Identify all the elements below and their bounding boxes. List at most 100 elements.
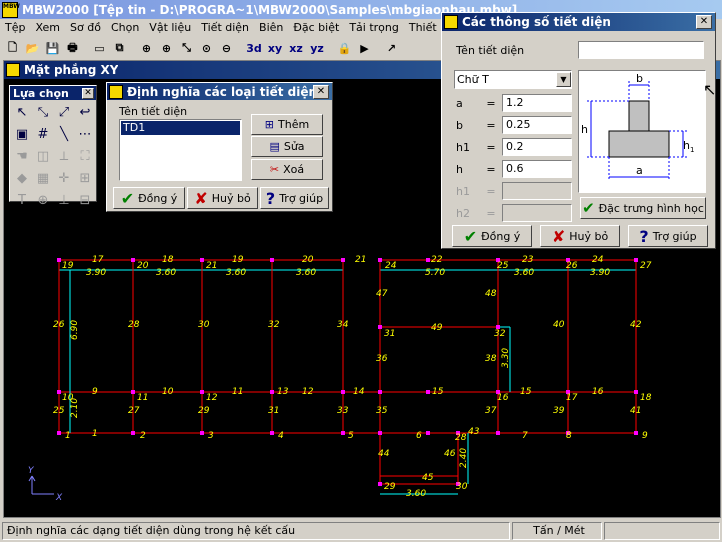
shape-select[interactable]: Chữ T ▼ [454, 70, 572, 89]
section-def-cancel-button[interactable]: ✘ Huỷ bỏ [187, 187, 258, 209]
frame-node[interactable] [426, 258, 430, 262]
menu-item[interactable]: Xem [30, 19, 65, 37]
add-section-button[interactable]: ⊞ Thêm [251, 114, 323, 135]
frame-node[interactable] [270, 431, 274, 435]
frame-node[interactable] [200, 431, 204, 435]
frame-node[interactable] [200, 258, 204, 262]
param-value-input[interactable]: 0.25 [502, 116, 572, 134]
section-def-ok-button[interactable]: ✔ Đồng ý [113, 187, 185, 209]
param-value-input[interactable]: 0.6 [502, 160, 572, 178]
frame-node[interactable] [634, 258, 638, 262]
param-value-input[interactable]: 0.2 [502, 138, 572, 156]
params-ok-button[interactable]: ✔ Đồng ý [452, 225, 532, 247]
palette-tool-icon[interactable]: ◆ [11, 167, 33, 189]
palette-close-icon[interactable]: ✕ [82, 87, 94, 99]
windows-icon[interactable]: ⧉ [110, 39, 129, 58]
zoom-window-icon[interactable]: ⤡ [177, 39, 196, 58]
section-def-help-button[interactable]: ? Trợ giúp [260, 187, 329, 209]
open-icon[interactable]: 📂 [23, 39, 42, 58]
frame-node[interactable] [270, 390, 274, 394]
palette-tool-icon[interactable]: ✛ [53, 167, 75, 189]
palette-tool-icon[interactable]: ⊕ [32, 189, 54, 211]
frame-node[interactable] [378, 482, 382, 486]
frame-node[interactable] [341, 431, 345, 435]
frame-node[interactable] [634, 431, 638, 435]
menu-item[interactable]: Sơ đồ [65, 19, 106, 37]
frame-node[interactable] [378, 390, 382, 394]
zoom-prev-icon[interactable]: ⊙ [197, 39, 216, 58]
palette-tool-icon[interactable]: T [11, 189, 33, 211]
palette-tool-icon[interactable]: ⋯ [74, 123, 96, 145]
frame-node[interactable] [131, 431, 135, 435]
menu-item[interactable]: Vật liệu [144, 19, 196, 37]
frame-node[interactable] [270, 258, 274, 262]
frame-node[interactable] [57, 431, 61, 435]
frame-node[interactable] [378, 258, 382, 262]
view-xz-button[interactable]: xz [286, 39, 306, 58]
palette-tool-icon[interactable]: ╲ [53, 123, 75, 145]
palette-tool-icon[interactable]: ⊞ [74, 167, 96, 189]
structure-label: 44 [378, 449, 390, 459]
delete-section-button[interactable]: ✂ Xoá [251, 159, 323, 180]
print-icon[interactable]: 🖶 [63, 39, 82, 58]
frame-node[interactable] [57, 258, 61, 262]
structure-label: 42 [630, 320, 642, 330]
frame-node[interactable] [57, 390, 61, 394]
menu-item[interactable]: Đặc biệt [288, 19, 344, 37]
params-cancel-button[interactable]: ✘ Huỷ bỏ [540, 225, 620, 247]
section-list-item[interactable]: TD1 [121, 121, 240, 135]
section-def-close-icon[interactable]: ✕ [313, 84, 329, 99]
frame-node[interactable] [200, 390, 204, 394]
palette-tool-icon[interactable]: ▣ [11, 123, 33, 145]
palette-tool-icon[interactable]: ⛶ [74, 145, 96, 167]
params-close-icon[interactable]: ✕ [696, 15, 712, 29]
palette-tool-icon[interactable]: ⊟ [74, 189, 96, 211]
view-3d-button[interactable]: 3d [244, 39, 264, 58]
new-icon[interactable]: 🗋 [3, 39, 22, 58]
edit-section-button[interactable]: ▤ Sửa [251, 136, 323, 157]
frame-node[interactable] [341, 258, 345, 262]
geom-props-button[interactable]: ✔ Đặc trưng hình học [580, 197, 706, 219]
view-xy-button[interactable]: xy [265, 39, 285, 58]
palette-tool-icon[interactable]: ⟂ [53, 145, 75, 167]
palette-tool-icon[interactable]: ⤢ [53, 101, 75, 123]
palette-tool-icon[interactable]: ⤡ [32, 101, 54, 123]
zoom-in-icon[interactable]: ⊕ [157, 39, 176, 58]
window-icon[interactable]: ▭ [90, 39, 109, 58]
section-list[interactable]: TD1 [119, 119, 242, 181]
menu-item[interactable]: Biên [254, 19, 288, 37]
view-yz-button[interactable]: yz [307, 39, 327, 58]
frame-node[interactable] [131, 258, 135, 262]
params-help-button[interactable]: ? Trợ giúp [628, 225, 708, 247]
menu-item[interactable]: Chọn [106, 19, 144, 37]
run-icon[interactable]: ▶ [355, 39, 374, 58]
lock-icon[interactable]: 🔒 [335, 39, 354, 58]
frame-node[interactable] [496, 431, 500, 435]
frame-node[interactable] [426, 390, 430, 394]
save-icon[interactable]: 💾 [43, 39, 62, 58]
frame-node[interactable] [378, 325, 382, 329]
palette-tool-icon[interactable]: ↖ [11, 101, 33, 123]
structure-label: 16 [497, 393, 509, 403]
param-value-input[interactable]: 1.2 [502, 94, 572, 112]
frame-node[interactable] [341, 390, 345, 394]
chevron-down-icon[interactable]: ▼ [556, 72, 571, 87]
palette-tool-icon[interactable]: ⊥ [53, 189, 75, 211]
zoom-out-icon[interactable]: ⊖ [217, 39, 236, 58]
structure-label: 24 [592, 255, 604, 265]
frame-node[interactable] [131, 390, 135, 394]
menu-item[interactable]: Tiết diện [196, 19, 254, 37]
menu-item[interactable]: Tải trọng [344, 19, 404, 37]
params-name-input[interactable] [578, 41, 704, 59]
palette-tool-icon[interactable]: # [32, 123, 54, 145]
palette-tool-icon[interactable]: ☚ [11, 145, 33, 167]
frame-node[interactable] [426, 431, 430, 435]
zoom-extent-icon[interactable]: ⊕ [137, 39, 156, 58]
frame-node[interactable] [378, 431, 382, 435]
menu-item[interactable]: Tệp [0, 19, 30, 37]
frame-node[interactable] [634, 390, 638, 394]
palette-tool-icon[interactable]: ◫ [32, 145, 54, 167]
palette-tool-icon[interactable]: ↩ [74, 101, 96, 123]
pointer-icon[interactable]: ↗ [382, 39, 401, 58]
palette-tool-icon[interactable]: ▦ [32, 167, 54, 189]
